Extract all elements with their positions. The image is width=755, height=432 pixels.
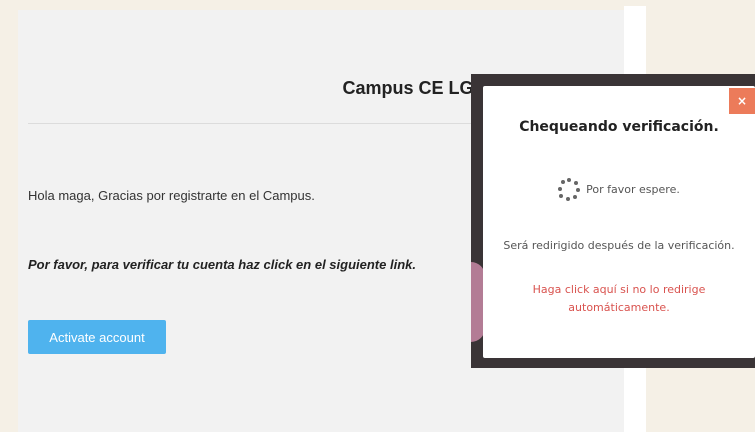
close-button[interactable]: × (729, 88, 755, 114)
activate-account-button[interactable]: Activate account (28, 320, 166, 354)
wait-row: Por favor espere. (483, 178, 755, 201)
redirect-text: Será redirigido después de la verificaci… (503, 239, 735, 252)
modal-title: Chequeando verificación. (519, 119, 719, 135)
spinner-icon (558, 178, 581, 201)
manual-redirect-link[interactable]: Haga click aquí si no lo redirige automá… (513, 281, 725, 317)
verification-modal: × Chequeando verificación. Por favor esp… (483, 86, 755, 358)
greeting-text: Hola maga, Gracias por registrarte en el… (28, 188, 315, 203)
instruction-text: Por favor, para verificar tu cuenta haz … (28, 257, 416, 272)
wait-text: Por favor espere. (586, 182, 680, 196)
